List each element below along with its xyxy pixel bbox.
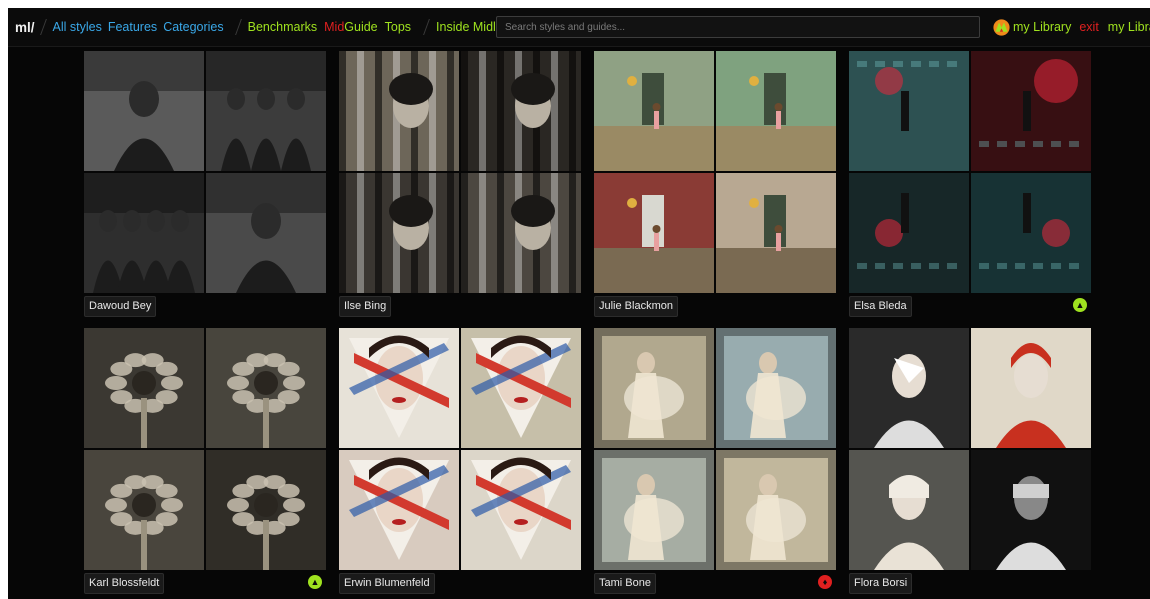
- style-card[interactable]: Dawoud Bey: [84, 51, 326, 317]
- style-thumbnail-mosaic[interactable]: [849, 328, 1091, 570]
- style-sample-image: [461, 173, 581, 293]
- style-sample-image: [849, 173, 969, 293]
- style-sample-image: [971, 328, 1091, 448]
- style-name-label[interactable]: Tami Bone: [594, 573, 656, 594]
- nav-separator: [234, 19, 242, 35]
- nav-features[interactable]: Features: [108, 20, 157, 34]
- my-library-link-secondary[interactable]: my Library: [1108, 20, 1150, 34]
- style-card[interactable]: Ilse Bing: [339, 51, 581, 317]
- site-logo[interactable]: ml/: [15, 20, 35, 35]
- style-sample-image: [206, 51, 326, 171]
- style-name-label[interactable]: Ilse Bing: [339, 296, 392, 317]
- nav-all-styles[interactable]: All styles: [53, 20, 102, 34]
- style-thumbnail-mosaic[interactable]: [339, 51, 581, 293]
- nav-benchmarks[interactable]: Benchmarks: [248, 20, 317, 34]
- style-thumbnail-mosaic[interactable]: [594, 51, 836, 293]
- midguide-guide-text: Guide: [344, 20, 378, 34]
- style-sample-image: [206, 450, 326, 570]
- style-thumbnail-mosaic[interactable]: [84, 328, 326, 570]
- nav-midguide[interactable]: MidGuide: [324, 20, 378, 34]
- style-name-label[interactable]: Elsa Bleda: [849, 296, 912, 317]
- style-thumbnail-mosaic[interactable]: [84, 51, 326, 293]
- style-sample-image: [461, 51, 581, 171]
- search-input[interactable]: [496, 16, 980, 38]
- style-sample-image: [339, 51, 459, 171]
- style-sample-image: [206, 173, 326, 293]
- style-sample-image: [971, 173, 1091, 293]
- triangle-icon: ▲: [1073, 298, 1087, 312]
- exit-link[interactable]: exit: [1079, 20, 1098, 34]
- flame-icon: ♦: [818, 575, 832, 589]
- style-thumbnail-mosaic[interactable]: [594, 328, 836, 570]
- triangle-icon: ▲: [308, 575, 322, 589]
- style-sample-image: [84, 450, 204, 570]
- style-sample-image: [84, 173, 204, 293]
- style-sample-image: [461, 328, 581, 448]
- style-card[interactable]: Julie Blackmon: [594, 51, 836, 317]
- style-sample-image: [461, 450, 581, 570]
- style-sample-image: [716, 450, 836, 570]
- style-sample-image: [716, 328, 836, 448]
- midguide-mid-text: Mid: [324, 20, 345, 34]
- nav-separator: [39, 19, 47, 35]
- style-name-label[interactable]: Julie Blackmon: [594, 296, 678, 317]
- app-window: ml/ All styles Features Categories Bench…: [8, 8, 1150, 599]
- style-sample-image: [594, 173, 714, 293]
- style-sample-image: [594, 51, 714, 171]
- style-sample-image: [206, 328, 326, 448]
- style-sample-image: [339, 328, 459, 448]
- style-card[interactable]: Flora Borsi: [849, 328, 1091, 594]
- style-card[interactable]: Tami Bone ♦: [594, 328, 836, 594]
- style-sample-image: [716, 173, 836, 293]
- style-card[interactable]: Erwin Blumenfeld: [339, 328, 581, 594]
- my-library-icon: [993, 18, 1010, 36]
- style-sample-image: [339, 173, 459, 293]
- style-sample-image: [716, 51, 836, 171]
- top-nav-bar: ml/ All styles Features Categories Bench…: [8, 8, 1150, 47]
- account-nav: my Library exit my Library: [993, 8, 1150, 46]
- style-card[interactable]: Elsa Bleda ▲: [849, 51, 1091, 317]
- style-name-label[interactable]: Erwin Blumenfeld: [339, 573, 435, 594]
- style-sample-image: [594, 328, 714, 448]
- style-sample-image: [849, 51, 969, 171]
- style-thumbnail-mosaic[interactable]: [339, 328, 581, 570]
- style-thumbnail-mosaic[interactable]: [849, 51, 1091, 293]
- style-sample-image: [849, 450, 969, 570]
- style-name-label[interactable]: Dawoud Bey: [84, 296, 157, 317]
- style-sample-image: [84, 51, 204, 171]
- nav-categories[interactable]: Categories: [163, 20, 223, 34]
- style-sample-image: [971, 450, 1091, 570]
- style-sample-image: [84, 328, 204, 448]
- nav-separator: [423, 19, 430, 35]
- style-sample-image: [849, 328, 969, 448]
- style-sample-image: [339, 450, 459, 570]
- style-sample-image: [971, 51, 1091, 171]
- style-card[interactable]: Karl Blossfeldt ▲: [84, 328, 326, 594]
- style-sample-image: [594, 450, 714, 570]
- style-name-label[interactable]: Flora Borsi: [849, 573, 913, 594]
- style-name-label[interactable]: Karl Blossfeldt: [84, 573, 165, 594]
- nav-tops[interactable]: Tops: [385, 20, 411, 34]
- my-library-link[interactable]: my Library: [1013, 20, 1071, 34]
